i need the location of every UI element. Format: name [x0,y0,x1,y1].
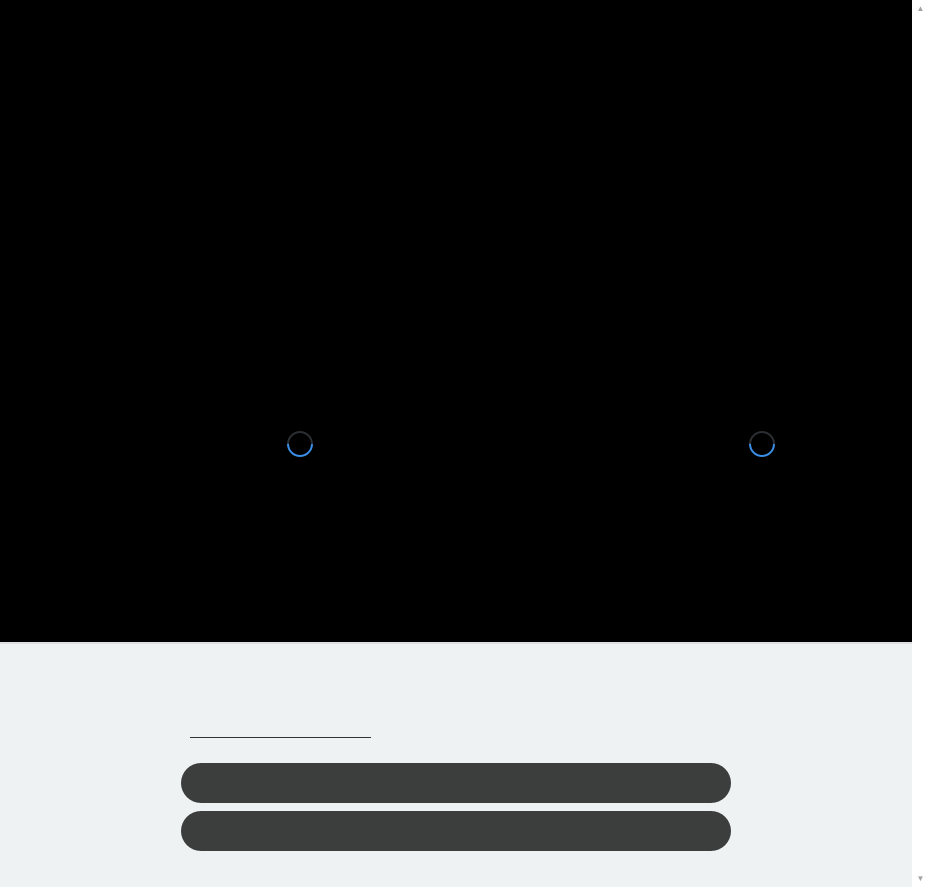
vertical-scrollbar[interactable]: ▲ ▼ [912,0,929,887]
loading-spinner-icon [281,425,319,463]
scroll-down-icon[interactable]: ▼ [912,870,929,887]
video-stage[interactable] [0,0,912,642]
text-input[interactable] [190,716,371,738]
secondary-button[interactable] [181,811,731,851]
loading-spinner-icon [743,425,781,463]
scroll-up-icon[interactable]: ▲ [912,0,929,17]
page-viewport [0,0,912,887]
primary-button[interactable] [181,763,731,803]
